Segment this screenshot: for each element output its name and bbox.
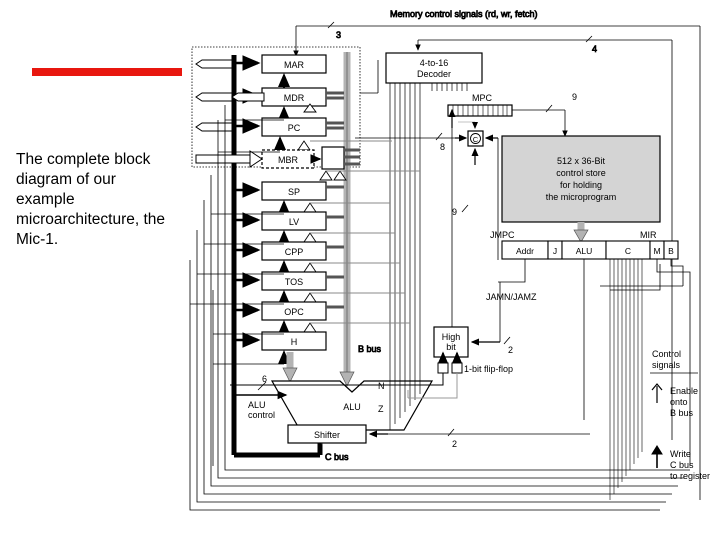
legend-title-2: signals [652,360,681,370]
mir-field-j: J [553,246,557,256]
flipflop-label: 1-bit flip-flop [464,364,513,374]
decoder-block: 4-to-16 Decoder [385,52,483,84]
legend-write-icon [651,445,663,468]
alu-z-flag: Z [378,404,384,414]
decoder-label-2: Decoder [417,69,451,79]
legend-write-2: C bus [670,460,694,470]
incrementer-block: C [467,130,484,147]
mir-register: Addr J ALU C M B [501,240,679,260]
legend-write-1: Write [670,449,691,459]
control-store-block: 512 x 36-Bit control store for holding t… [501,135,661,223]
b-bus-label: B bus [358,344,382,354]
wire-label-9a: 9 [572,92,577,102]
alu-control-label: ALU [248,400,266,410]
memory-control-label: Memory control signals (rd, wr, fetch) [390,9,538,19]
high-bit-line1: High [442,332,461,342]
mic1-block-diagram: Memory control signals (rd, wr, fetch) 3… [189,9,710,511]
legend-enable-2: onto [670,397,688,407]
control-store-line-1: 512 x 36-Bit [557,156,606,166]
control-store-line-3: for holding [560,180,602,190]
jmpc-label: JMPC [490,230,515,240]
register-H: H [261,331,327,351]
decoder-label-1: 4-to-16 [420,58,449,68]
alu-n-flag: N [378,381,385,391]
register-MBR: MBR [261,149,315,169]
jamn-jamz-label: JAMN/JAMZ [486,292,537,302]
register-CPP: CPP [261,241,327,261]
register-label: TOS [285,277,303,287]
legend-title-1: Control [652,349,681,359]
mir-field-addr: Addr [516,246,534,256]
legend-enable-3: B bus [670,408,694,418]
wire-label-3: 3 [336,30,341,40]
alu-control-label2: control [248,410,275,420]
register-label: PC [288,123,301,133]
wire-label-2a: 2 [508,345,513,355]
control-store-line-2: control store [556,168,606,178]
register-label: CPP [285,247,304,257]
legend-enable-icon [651,383,663,403]
register-label: LV [289,217,299,227]
mir-field-c: C [625,246,631,256]
mir-label: MIR [640,230,657,240]
wire-label-4: 4 [592,44,597,54]
register-OPC: OPC [261,301,327,321]
mpc-label: MPC [472,93,493,103]
wire-label-2b: 2 [452,439,457,449]
mir-field-alu: ALU [576,246,593,256]
legend-enable-1: Enable [670,386,698,396]
wire-label-8: 8 [440,142,445,152]
wire-label-9b: 9 [452,207,457,217]
alu-label: ALU [343,402,361,412]
register-MAR: MAR [261,54,327,74]
shifter-block: Shifter [287,424,367,444]
c-bus-label: C bus [325,452,349,462]
mir-field-m: M [653,246,660,256]
register-LV: LV [261,211,327,231]
register-label: H [291,337,298,347]
slide-canvas: The complete block diagram of our exampl… [0,0,720,540]
register-label: SP [288,187,300,197]
register-label: OPC [284,307,304,317]
incrementer-label: C [473,135,479,144]
mpc-register [447,104,513,117]
mir-field-b: B [668,246,674,256]
register-SP: SP [261,181,327,201]
legend-write-3: to register [670,471,710,481]
register-label: MBR [278,155,299,165]
legend: Control signals Enable onto B bus Write … [650,349,710,481]
high-bit-line2: bit [446,342,456,352]
shifter-label: Shifter [314,430,340,440]
register-PC: PC [261,117,327,137]
alu-control-bits: 6 [262,374,267,384]
register-label: MDR [284,93,305,103]
alu-block: ALU [270,380,434,431]
register-label: MAR [284,60,305,70]
register-TOS: TOS [261,271,327,291]
high-bit-block: High bit [433,326,469,358]
control-store-line-4: the microprogram [546,192,617,202]
register-MDR: MDR [261,87,327,107]
